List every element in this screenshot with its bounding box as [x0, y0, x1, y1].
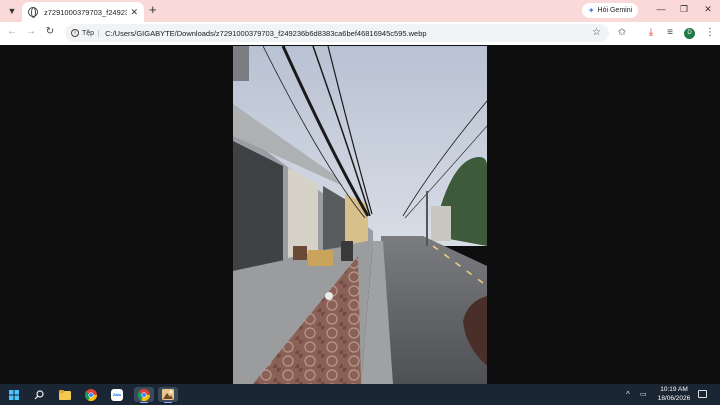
clock-time: 10:19 AM — [660, 386, 688, 393]
system-clock[interactable]: 10:19 AM 18/06/2026 — [657, 386, 691, 403]
file-explorer-icon — [59, 389, 71, 400]
taskbar-zalo[interactable]: Zalo — [109, 387, 125, 402]
zalo-label: Zalo — [112, 392, 122, 397]
displayed-photo[interactable] — [233, 46, 487, 384]
search-button[interactable] — [31, 387, 47, 402]
address-bar[interactable]: i Tệp C:/Users/GIGABYTE/Downloads/z72910… — [65, 24, 609, 42]
plus-icon: + — [149, 2, 157, 17]
photos-icon — [162, 389, 174, 400]
download-icon: ⤓ — [648, 27, 654, 38]
globe-icon — [28, 7, 38, 18]
reload-button[interactable]: ↻ — [43, 26, 57, 37]
arrow-left-icon: ← — [7, 26, 17, 37]
site-chip[interactable]: Tệp — [82, 29, 100, 37]
tab-title: z7291000379703_f249236b6d8383ca6bef46816… — [44, 7, 128, 17]
minimize-button[interactable]: — — [654, 4, 668, 14]
windows-taskbar: Zalo ^ ▭ 10:19 AM 18/06/2026 — [0, 384, 720, 405]
start-button[interactable] — [6, 387, 22, 402]
close-window-button[interactable]: ✕ — [701, 4, 715, 15]
tab-active[interactable]: z7291000379703_f249236b6d8383ca6bef46816… — [22, 2, 144, 22]
browser-toolbar: ← → ↻ i Tệp C:/Users/GIGABYTE/Downloads/… — [0, 22, 720, 45]
url-text[interactable]: C:/Users/GIGABYTE/Downloads/z72910003797… — [105, 29, 427, 38]
battery-icon[interactable]: ▭ — [640, 390, 647, 398]
restore-icon: ❐ — [679, 4, 689, 14]
taskbar-file-explorer[interactable] — [57, 387, 73, 402]
extensions-button[interactable]: ✩ — [615, 27, 629, 39]
taskbar-photos[interactable] — [158, 387, 178, 403]
image-viewer — [0, 45, 720, 384]
back-button[interactable]: ← — [5, 26, 19, 37]
chrome-icon — [85, 388, 97, 401]
notification-icon[interactable] — [698, 390, 707, 398]
zalo-icon: Zalo — [111, 388, 123, 401]
windows-start-icon — [9, 389, 19, 400]
clock-date: 18/06/2026 — [657, 394, 691, 402]
reading-list-icon: ≡ — [667, 27, 673, 38]
gemini-label: Hỏi Gemini — [597, 7, 633, 14]
star-icon[interactable]: ☆ — [592, 27, 601, 38]
tab-search-button[interactable]: ▼ — [4, 3, 20, 19]
taskbar-chrome[interactable] — [83, 387, 99, 402]
search-icon — [34, 389, 44, 399]
reading-list-button[interactable]: ≡ — [663, 27, 677, 39]
chevron-down-icon: ▼ — [7, 6, 17, 16]
gemini-icon: ✦ — [587, 6, 595, 15]
close-icon: ✕ — [704, 4, 712, 14]
info-icon[interactable]: i — [71, 29, 79, 37]
arrow-right-icon: → — [26, 26, 36, 37]
new-tab-button[interactable]: + — [149, 3, 157, 17]
menu-button[interactable]: ⋮ — [703, 27, 717, 39]
chrome-active-icon — [138, 388, 150, 401]
star-outline-icon: ✩ — [617, 27, 627, 38]
tray-chevron-icon[interactable]: ^ — [626, 390, 630, 399]
more-vert-icon: ⋮ — [705, 27, 715, 38]
close-icon[interactable]: ✕ — [130, 7, 138, 18]
restore-button[interactable]: ❐ — [677, 4, 691, 15]
tab-strip: ▼ z7291000379703_f249236b6d8383ca6bef468… — [0, 0, 720, 22]
gemini-button[interactable]: ✦ Hỏi Gemini — [582, 3, 638, 18]
reload-icon: ↻ — [45, 26, 55, 37]
download-button[interactable]: ⤓ — [644, 27, 658, 39]
profile-avatar[interactable]: D — [684, 28, 695, 39]
forward-button[interactable]: → — [24, 26, 38, 37]
minimize-icon: — — [656, 4, 666, 14]
taskbar-chrome-active[interactable] — [134, 387, 154, 403]
